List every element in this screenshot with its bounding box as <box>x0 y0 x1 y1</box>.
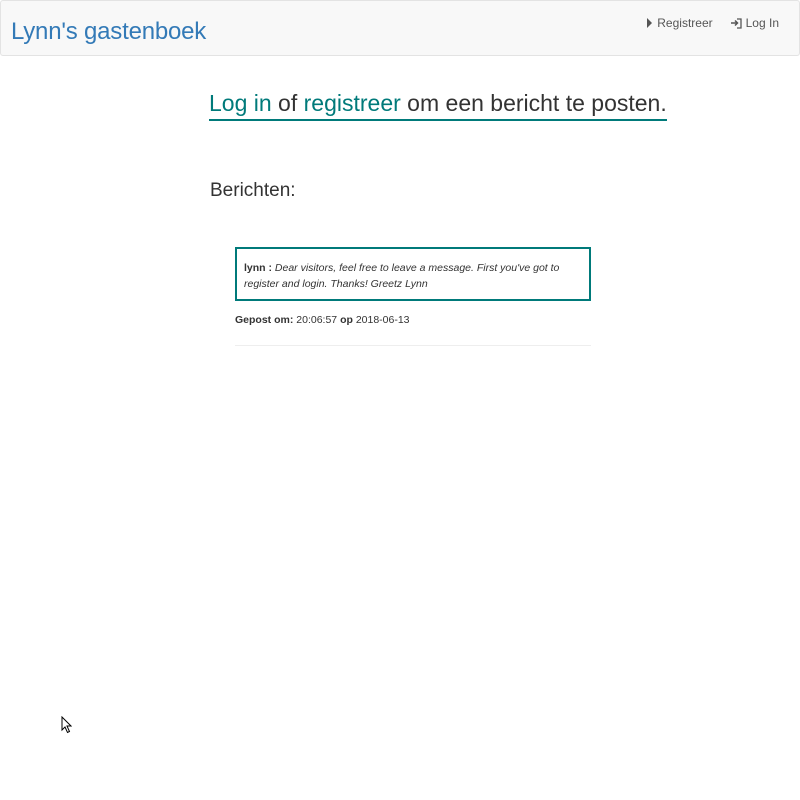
posted-date: 2018-06-13 <box>355 314 410 326</box>
message-card: lynn : Dear visitors, feel free to leave… <box>235 247 591 301</box>
login-link[interactable]: Log in <box>209 90 272 116</box>
on-label: op <box>340 314 353 326</box>
mouse-cursor-icon <box>61 715 73 739</box>
brand-link[interactable]: Lynn's gastenboek <box>11 18 206 46</box>
navbar: Lynn's gastenboek Registreer Log In <box>0 0 800 56</box>
prompt-rest-text: om een bericht te posten. <box>400 90 667 116</box>
message-author: lynn : <box>244 262 272 274</box>
or-text: of <box>271 90 304 116</box>
log-in-icon <box>730 17 742 29</box>
login-register-prompt: Log in of registreer om een bericht te p… <box>209 90 667 121</box>
nav-login-label: Log In <box>745 16 779 30</box>
nav-register-link[interactable]: Registreer <box>646 16 713 30</box>
posted-label: Gepost om: <box>235 314 294 326</box>
message-divider <box>235 345 591 346</box>
register-link[interactable]: registreer <box>304 90 401 116</box>
message-text: Dear visitors, feel free to leave a mess… <box>244 262 560 290</box>
nav-register-label: Registreer <box>657 16 713 30</box>
posted-time: 20:06:57 <box>296 314 338 326</box>
triangle-right-icon <box>646 18 653 28</box>
nav-links: Registreer Log In <box>646 16 779 30</box>
message-meta: Gepost om: 20:06:57 op 2018-06-13 <box>235 314 410 326</box>
messages-heading: Berichten: <box>210 180 296 201</box>
nav-login-link[interactable]: Log In <box>730 16 779 30</box>
